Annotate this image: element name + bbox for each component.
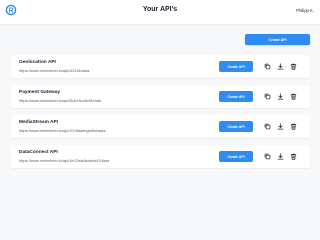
api-url: https://www.nininsheet.io/api/1f14faadbg… [19,127,106,133]
api-name: Geolocation API [19,60,56,65]
trash-icon[interactable] [289,122,298,131]
copy-icon[interactable] [263,152,272,161]
page-title: Your API's [142,6,178,13]
api-card: Payment Gateway https://www.nininsheet.i… [11,85,310,108]
copy-icon[interactable] [263,62,272,71]
app-window: Your API's Philipp K. Create API Geoloca… [0,0,320,240]
trash-icon[interactable] [289,92,298,101]
api-card: MediaStream API https://www.nininsheet.i… [11,115,310,138]
create-api-row-button[interactable]: Create API [219,151,253,162]
api-url: https://www.nininsheet.io/api/3k4i1fsd4e… [19,97,101,103]
api-url: https://www.nininsheet.io/api/1fn23sfs5s… [19,157,110,163]
download-icon[interactable] [276,152,285,161]
download-icon[interactable] [276,122,285,131]
copy-icon[interactable] [263,122,272,131]
api-card: Geolocation API https://www.nininsheet.i… [11,55,310,78]
create-api-row-button[interactable]: Create API [219,61,253,72]
api-name: Payment Gateway [19,90,61,95]
api-card: DataConnect API https://www.nininsheet.i… [11,145,310,168]
api-name: MediaStream API [19,120,59,125]
api-url: https://www.nininsheet.io/api/1i224k/dat… [19,67,90,73]
trash-icon[interactable] [289,62,298,71]
create-api-row-button[interactable]: Create API [219,121,253,132]
download-icon[interactable] [276,92,285,101]
create-api-button[interactable]: Create API [245,34,310,45]
user-name[interactable]: Philipp K. [296,8,314,13]
create-api-row-button[interactable]: Create API [219,91,253,102]
api-name: DataConnect API [19,150,58,155]
copy-icon[interactable] [263,92,272,101]
trash-icon[interactable] [289,152,298,161]
top-header: Your API's Philipp K. [0,0,320,25]
download-icon[interactable] [276,62,285,71]
